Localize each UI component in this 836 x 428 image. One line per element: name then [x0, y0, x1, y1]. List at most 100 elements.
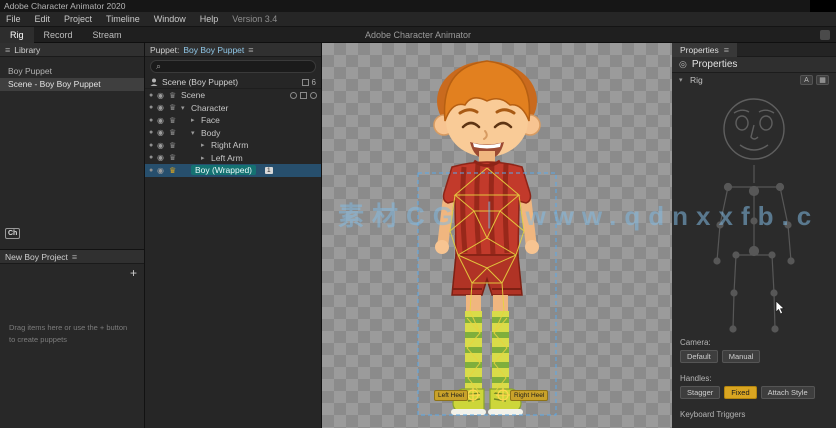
audio-toggle-icon[interactable]: ● [149, 104, 154, 111]
puppet-icon: ♛ [169, 128, 177, 138]
puppet-row-character[interactable]: ● ◉ ♛ ▾ Character [145, 102, 321, 115]
properties-sections: Camera: Default Manual Handles: Stagger … [672, 335, 836, 422]
search-icon: ⌕ [156, 61, 162, 71]
mouse-cursor [775, 301, 785, 315]
workspace-tab-record[interactable]: Record [34, 27, 83, 43]
puppet-title-label: Puppet: [150, 44, 180, 55]
grid-view-button[interactable]: ▦ [816, 74, 829, 85]
panel-menu-icon[interactable]: ≡ [724, 43, 729, 57]
grid-icon[interactable] [300, 91, 307, 99]
boy-character-artwork [417, 60, 557, 416]
visibility-icon[interactable]: ◉ [157, 166, 166, 175]
puppet-title-name[interactable]: Boy Boy Puppet [183, 45, 244, 55]
scene-breadcrumb-row[interactable]: Scene (Boy Puppet) 6 [145, 76, 321, 89]
audio-toggle-icon[interactable]: ● [149, 142, 154, 149]
handles-stagger-button[interactable]: Stagger [680, 386, 721, 399]
row-label: Character [191, 102, 229, 113]
handles-section-label: Handles: [680, 374, 712, 383]
camera-section-label: Camera: [680, 338, 711, 347]
puppet-row-left-arm[interactable]: ● ◉ ♛ ▸ Left Arm [145, 152, 321, 165]
handles-attach-style-button[interactable]: Attach Style [760, 386, 815, 399]
puppet-panel-header: Puppet: Boy Boy Puppet ≡ [145, 43, 321, 57]
menu-timeline[interactable]: Timeline [106, 14, 140, 24]
clock-icon[interactable] [290, 91, 297, 99]
row-label: Body [201, 127, 221, 138]
menu-project[interactable]: Project [64, 14, 92, 24]
workspace-tab-stream[interactable]: Stream [83, 27, 132, 43]
visibility-icon[interactable]: ◉ [157, 141, 166, 150]
expand-icon[interactable]: ▾ [181, 104, 188, 112]
app-window: Adobe Character Animator 2020 File Edit … [0, 0, 836, 428]
visibility-icon[interactable]: ◉ [157, 116, 166, 125]
visibility-icon[interactable]: ◉ [157, 91, 166, 100]
camera-default-button[interactable]: Default [680, 350, 718, 363]
row-label-chip: Boy (Wrapped) [191, 165, 257, 176]
library-panel-header: ≡ Library [0, 43, 144, 57]
panel-menu-icon[interactable]: ≡ [248, 45, 253, 55]
keyboard-triggers-label: Keyboard Triggers [680, 410, 746, 419]
rig-section-row[interactable]: ▾ Rig A ▦ [672, 73, 836, 86]
puppet-row-scene[interactable]: ● ◉ ♛ Scene [145, 89, 321, 102]
target-icon: ◎ [679, 59, 687, 69]
list-item[interactable]: Boy Puppet [0, 65, 144, 78]
visibility-icon[interactable]: ◉ [157, 153, 166, 162]
window-corner-overlay [810, 0, 836, 12]
text-tool-button[interactable]: A [800, 74, 813, 85]
hint-line-2: to create puppets [9, 334, 67, 344]
handle-tag-left-heel[interactable]: Left Heel [434, 390, 469, 401]
title-bar: Adobe Character Animator 2020 [0, 0, 836, 12]
row-label: Left Arm [211, 152, 243, 163]
collapse-icon[interactable]: ▸ [201, 141, 208, 149]
handle-tag-right-heel[interactable]: Right Heel [510, 390, 549, 401]
hint-line-1: Drag items here or use the + button [9, 323, 128, 332]
tab-properties-label: Properties [680, 44, 719, 55]
collapse-icon[interactable]: ▸ [201, 154, 208, 162]
add-item-button[interactable]: + [130, 267, 137, 279]
puppet-icon: ♛ [169, 115, 177, 125]
audio-toggle-icon[interactable]: ● [149, 154, 154, 161]
panel-menu-icon[interactable]: ≡ [5, 45, 10, 55]
audio-toggle-icon[interactable]: ● [149, 129, 154, 136]
puppet-row-body[interactable]: ● ◉ ♛ ▾ Body [145, 127, 321, 140]
version-label: Version 3.4 [232, 14, 278, 24]
collapse-icon[interactable]: ▸ [191, 116, 198, 124]
heel-handles [466, 388, 510, 402]
grid-icon[interactable] [301, 78, 309, 86]
puppet-icon: ♛ [169, 103, 177, 113]
project-panel-title: New Boy Project [5, 251, 68, 262]
puppet-row-face[interactable]: ● ◉ ♛ ▸ Face [145, 114, 321, 127]
visibility-icon[interactable]: ◉ [157, 103, 166, 112]
properties-panel: Properties ≡ ◎ Properties ▾ Rig A ▦ Came… [672, 42, 836, 428]
panel-menu-icon[interactable]: ≡ [72, 252, 77, 262]
workspace-bar: Rig Record Stream Adobe Character Animat… [0, 26, 836, 43]
character-animator-badge: Ch [5, 228, 21, 239]
menu-window[interactable]: Window [154, 14, 186, 24]
expand-icon[interactable]: ▾ [191, 129, 198, 137]
search-input[interactable] [164, 62, 310, 71]
menu-file[interactable]: File [6, 14, 21, 24]
audio-toggle-icon[interactable]: ● [149, 167, 154, 174]
row-label: Right Arm [211, 140, 249, 151]
puppet-icon: ♛ [169, 153, 177, 163]
puppet-row-right-arm[interactable]: ● ◉ ♛ ▸ Right Arm [145, 139, 321, 152]
visibility-icon[interactable]: ◉ [157, 128, 166, 137]
menu-edit[interactable]: Edit [35, 14, 51, 24]
puppet-row-selected[interactable]: ● ◉ ♛ Boy (Wrapped) 1 [145, 164, 321, 177]
camera-manual-button[interactable]: Manual [721, 350, 761, 363]
scene-canvas[interactable]: Left Heel Right Heel [322, 43, 672, 428]
audio-toggle-icon[interactable]: ● [149, 92, 154, 99]
audio-toggle-icon[interactable]: ● [149, 117, 154, 124]
workspace-corner-icon[interactable] [820, 30, 830, 40]
properties-heading-row: ◎ Properties [672, 57, 836, 73]
window-title: Adobe Character Animator 2020 [4, 1, 126, 11]
cycle-icon[interactable] [310, 91, 317, 99]
workspace-tab-rig[interactable]: Rig [0, 26, 34, 43]
handles-fixed-button[interactable]: Fixed [724, 386, 757, 399]
puppet-icon: ♛ [169, 140, 177, 150]
expand-icon[interactable]: ▾ [679, 76, 686, 84]
workspace-center-title: Adobe Character Animator [364, 29, 472, 40]
menu-help[interactable]: Help [200, 14, 219, 24]
tab-properties[interactable]: Properties ≡ [672, 42, 738, 57]
list-item-selected[interactable]: Scene - Boy Boy Puppet [0, 78, 144, 91]
puppet-search-box[interactable]: ⌕ [150, 60, 316, 73]
